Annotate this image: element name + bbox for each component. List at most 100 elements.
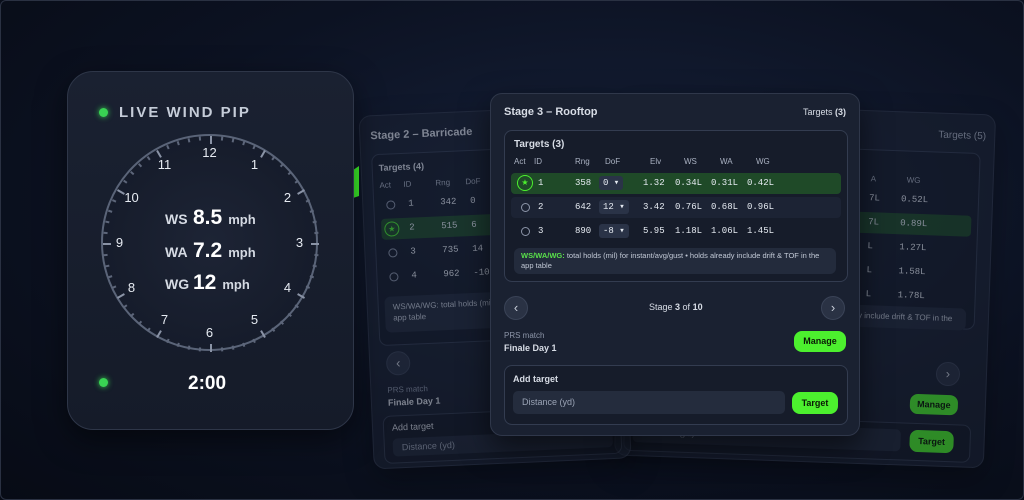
dial-tick xyxy=(146,327,151,332)
stage-3-card: Stage 3 – Rooftop Targets (3) Targets (3… xyxy=(490,93,860,436)
dial-tick xyxy=(187,138,191,143)
col-id: ID xyxy=(534,157,542,166)
dial-tick xyxy=(166,338,170,344)
dial-number: 12 xyxy=(202,144,217,160)
reading-value: 7.2 xyxy=(193,239,223,262)
watch-title: LIVE WIND PIP xyxy=(119,104,251,121)
dial-tick xyxy=(231,138,235,143)
dial-number: 4 xyxy=(283,279,292,295)
table-row[interactable]: ★ 1 358 0 ▾ 1.32 0.34L 0.31L 0.42L xyxy=(511,173,841,194)
dial-tick xyxy=(287,170,292,176)
table-row[interactable]: 2 642 12 ▾ 3.42 0.76L 0.68L 0.96L xyxy=(511,197,841,218)
reading-unit: mph xyxy=(228,245,256,260)
dial-number: 9 xyxy=(115,234,124,250)
dial-tick xyxy=(130,170,135,176)
distance-input[interactable]: Distance (yd) xyxy=(513,391,785,414)
dial-tick xyxy=(305,285,311,289)
reading-unit: mph xyxy=(222,277,250,292)
dial-number: 8 xyxy=(127,279,136,295)
dial-tick xyxy=(294,179,299,184)
dial-tick xyxy=(314,253,319,257)
col-ws: WS xyxy=(684,157,697,166)
note-text: total holds (mil) for instant/avg/gust •… xyxy=(521,251,820,270)
dial-tick xyxy=(111,199,117,203)
add-target-panel: Add target Distance (yd) Target xyxy=(504,365,848,425)
reading-key: WA xyxy=(165,244,188,260)
dial-tick xyxy=(137,320,143,325)
reading-wa: WA 7.2 mph xyxy=(165,239,256,263)
dial-number: 6 xyxy=(205,324,214,340)
dial-tick xyxy=(314,231,319,235)
targets-count: (3) xyxy=(835,107,847,117)
dof-select[interactable]: 12 ▾ xyxy=(599,200,629,214)
live-status-dot-icon xyxy=(99,108,108,117)
targets-header: Targets (3) xyxy=(803,107,846,117)
col-rng: Rng xyxy=(575,157,590,166)
dial-tick xyxy=(103,253,108,257)
reading-value: 12 xyxy=(193,271,217,294)
prev-stage-button[interactable]: ‹ xyxy=(504,296,528,320)
dial-tick xyxy=(187,345,191,350)
dof-select[interactable]: 0 ▾ xyxy=(599,176,624,190)
table-row[interactable]: 3 890 -8 ▾ 5.95 1.18L 1.06L 1.45L xyxy=(511,221,841,242)
dial-tick xyxy=(231,345,235,350)
dial-tick xyxy=(271,156,276,161)
dial-tick xyxy=(312,220,317,224)
inactive-radio-icon[interactable] xyxy=(521,203,530,212)
target-button[interactable]: Target xyxy=(792,392,838,414)
canvas: Targets (5) A WG 7L 0.52L 7L 0.89L L 1.27L … xyxy=(0,0,1024,500)
col-wg: WG xyxy=(756,157,770,166)
dial-tick xyxy=(311,243,319,245)
add-target-label: Add target xyxy=(513,374,558,384)
inactive-radio-icon[interactable] xyxy=(521,227,530,236)
dial-tick xyxy=(146,156,151,161)
reading-unit: mph xyxy=(228,212,256,227)
reading-key: WS xyxy=(165,211,188,227)
dial-tick xyxy=(260,330,266,339)
dial-tick xyxy=(137,163,143,168)
manage-button[interactable]: Manage xyxy=(794,331,846,352)
dial-tick xyxy=(107,275,113,279)
match-name: Finale Day 1 xyxy=(504,343,557,353)
dof-select[interactable]: -8 ▾ xyxy=(599,224,629,238)
dial-tick xyxy=(176,342,180,348)
note-key: WS/WA/WG: xyxy=(521,251,565,260)
dial-number: 11 xyxy=(157,156,172,172)
dial-tick xyxy=(312,264,317,268)
dial-tick xyxy=(309,209,315,213)
dial-tick xyxy=(105,220,110,224)
dial-number: 10 xyxy=(124,189,139,205)
card-title: Stage 3 – Rooftop xyxy=(504,106,598,118)
col-elv: Elv xyxy=(650,157,662,166)
dial-number: 5 xyxy=(250,312,259,328)
dial-tick xyxy=(242,342,246,348)
dial-tick xyxy=(252,144,256,150)
dial-tick xyxy=(198,347,202,352)
dial-tick xyxy=(166,144,170,150)
holds-note: WS/WA/WG: total holds (mil) for instant/… xyxy=(514,248,836,274)
match-label: PRS match xyxy=(504,331,545,340)
dial-tick xyxy=(105,264,110,268)
next-stage-button[interactable]: › xyxy=(821,296,845,320)
dial-tick xyxy=(242,140,246,146)
dial-number: 7 xyxy=(160,312,169,328)
col-dof: DoF xyxy=(605,157,621,166)
dial-tick xyxy=(156,330,162,339)
active-star-icon[interactable]: ★ xyxy=(517,175,533,191)
dial-number: 1 xyxy=(250,156,259,172)
dial-tick xyxy=(220,136,224,141)
dial-tick xyxy=(210,136,212,144)
targets-panel: Targets (3) Act ID Rng DoF Elv WS WA WG … xyxy=(504,130,848,282)
reading-ws: WS 8.5 mph xyxy=(165,206,256,230)
dial-tick xyxy=(107,209,113,213)
dial-tick xyxy=(111,285,117,289)
col-act: Act xyxy=(514,157,526,166)
dial-tick xyxy=(252,338,256,344)
stage-indicator: Stage 3 of 10 xyxy=(649,302,703,312)
col-wa: WA xyxy=(720,157,733,166)
timer-status-dot-icon xyxy=(99,378,108,387)
dial-tick xyxy=(309,275,315,279)
dial-number: 2 xyxy=(283,189,292,205)
targets-header-label: Targets xyxy=(803,107,833,117)
reading-wg: WG 12 mph xyxy=(165,271,250,295)
